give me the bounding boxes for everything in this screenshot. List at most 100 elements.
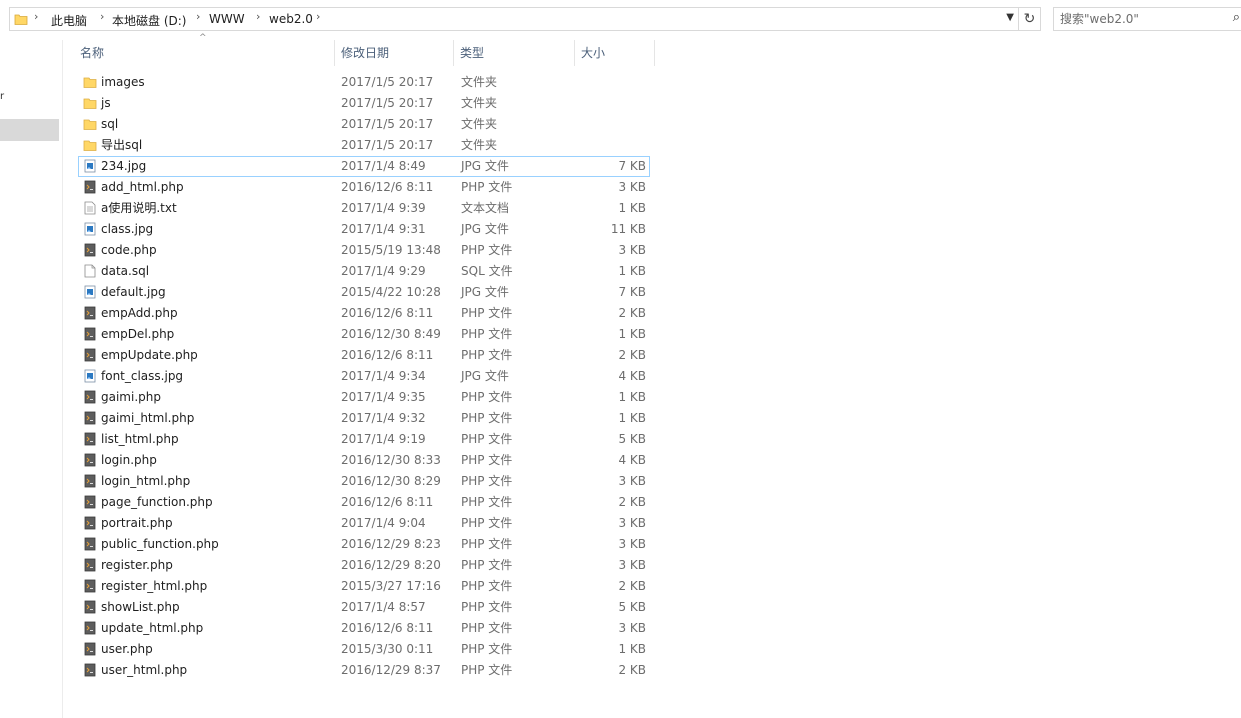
file-type: PHP 文件	[461, 579, 513, 593]
file-row[interactable]: default.jpg 2015/4/22 10:28 JPG 文件 7 KB	[78, 282, 650, 303]
file-type: PHP 文件	[461, 306, 513, 320]
search-icon[interactable]: ⌕	[1233, 10, 1240, 25]
file-name[interactable]: a使用说明.txt	[101, 198, 177, 219]
file-size: 2 KB	[618, 495, 646, 509]
file-row[interactable]: font_class.jpg 2017/1/4 9:34 JPG 文件 4 KB	[78, 366, 650, 387]
chevron-down-icon[interactable]: ▼	[1006, 12, 1014, 23]
folder-icon	[83, 98, 97, 109]
file-name[interactable]: empAdd.php	[101, 303, 178, 324]
folder-row[interactable]: sql 2017/1/5 20:17 文件夹	[78, 114, 650, 135]
php-file-icon	[84, 663, 96, 677]
file-row[interactable]: 234.jpg 2017/1/4 8:49 JPG 文件 7 KB	[78, 156, 650, 177]
file-row[interactable]: empDel.php 2016/12/30 8:49 PHP 文件 1 KB	[78, 324, 650, 345]
breadcrumb-item-this-pc[interactable]: 此电脑	[51, 12, 87, 29]
file-row[interactable]: list_html.php 2017/1/4 9:19 PHP 文件 5 KB	[78, 429, 650, 450]
file-name[interactable]: login.php	[101, 450, 157, 471]
column-header-name[interactable]: 名称	[74, 40, 334, 66]
file-row[interactable]: gaimi_html.php 2017/1/4 9:32 PHP 文件 1 KB	[78, 408, 650, 429]
file-name[interactable]: page_function.php	[101, 492, 213, 513]
column-header-size[interactable]: 大小	[575, 40, 654, 66]
file-name[interactable]: add_html.php	[101, 177, 184, 198]
file-row[interactable]: update_html.php 2016/12/6 8:11 PHP 文件 3 KB	[78, 618, 650, 639]
file-row[interactable]: page_function.php 2016/12/6 8:11 PHP 文件 2 K…	[78, 492, 650, 513]
file-name[interactable]: 234.jpg	[101, 156, 146, 177]
address-bar[interactable]: › 此电脑 › 本地磁盘 (D:) › WWW › web2.0 › ▼	[9, 7, 1019, 31]
file-name[interactable]: images	[101, 72, 145, 93]
column-divider[interactable]	[654, 40, 655, 66]
php-file-icon	[84, 432, 96, 446]
file-row[interactable]: user_html.php 2016/12/29 8:37 PHP 文件 2 KB	[78, 660, 650, 681]
search-box[interactable]: ⌕	[1053, 7, 1241, 31]
image-file-icon	[84, 285, 96, 299]
file-row[interactable]: data.sql 2017/1/4 9:29 SQL 文件 1 KB	[78, 261, 650, 282]
file-name[interactable]: class.jpg	[101, 219, 153, 240]
file-size: 11 KB	[610, 222, 646, 236]
file-modified-date: 2017/1/4 9:29	[341, 264, 426, 278]
column-header-type[interactable]: 类型	[454, 40, 574, 66]
file-row[interactable]: login.php 2016/12/30 8:33 PHP 文件 4 KB	[78, 450, 650, 471]
breadcrumb-item-web2[interactable]: web2.0	[269, 12, 313, 26]
file-modified-date: 2016/12/6 8:11	[341, 306, 434, 320]
breadcrumb-item-drive[interactable]: 本地磁盘 (D:)	[112, 12, 186, 29]
file-row[interactable]: gaimi.php 2017/1/4 9:35 PHP 文件 1 KB	[78, 387, 650, 408]
file-name[interactable]: empDel.php	[101, 324, 174, 345]
file-size: 1 KB	[618, 327, 646, 341]
file-name[interactable]: code.php	[101, 240, 157, 261]
file-row[interactable]: class.jpg 2017/1/4 9:31 JPG 文件 11 KB	[78, 219, 650, 240]
file-row[interactable]: register.php 2016/12/29 8:20 PHP 文件 3 KB	[78, 555, 650, 576]
file-row[interactable]: showList.php 2017/1/4 8:57 PHP 文件 5 KB	[78, 597, 650, 618]
file-name[interactable]: register.php	[101, 555, 173, 576]
file-name[interactable]: portrait.php	[101, 513, 173, 534]
file-row[interactable]: add_html.php 2016/12/6 8:11 PHP 文件 3 KB	[78, 177, 650, 198]
file-name[interactable]: gaimi_html.php	[101, 408, 194, 429]
chevron-right-icon[interactable]: ›	[196, 10, 200, 23]
folder-row[interactable]: 导出sql 2017/1/5 20:17 文件夹	[78, 135, 650, 156]
chevron-right-icon[interactable]: ›	[316, 10, 320, 23]
file-name[interactable]: user_html.php	[101, 660, 187, 681]
file-size: 5 KB	[618, 432, 646, 446]
file-name[interactable]: default.jpg	[101, 282, 166, 303]
file-name[interactable]: empUpdate.php	[101, 345, 198, 366]
chevron-right-icon[interactable]: ›	[256, 10, 260, 23]
file-name[interactable]: user.php	[101, 639, 153, 660]
file-name[interactable]: register_html.php	[101, 576, 207, 597]
file-row[interactable]: login_html.php 2016/12/30 8:29 PHP 文件 3 KB	[78, 471, 650, 492]
file-modified-date: 2017/1/4 9:35	[341, 390, 426, 404]
folder-row[interactable]: images 2017/1/5 20:17 文件夹	[78, 72, 650, 93]
file-row[interactable]: user.php 2015/3/30 0:11 PHP 文件 1 KB	[78, 639, 650, 660]
file-name[interactable]: public_function.php	[101, 534, 219, 555]
file-name[interactable]: js	[101, 93, 111, 114]
file-row[interactable]: code.php 2015/5/19 13:48 PHP 文件 3 KB	[78, 240, 650, 261]
file-size: 2 KB	[618, 306, 646, 320]
file-row[interactable]: empAdd.php 2016/12/6 8:11 PHP 文件 2 KB	[78, 303, 650, 324]
column-header-date[interactable]: 修改日期	[335, 40, 453, 66]
file-name[interactable]: login_html.php	[101, 471, 190, 492]
file-name[interactable]: font_class.jpg	[101, 366, 183, 387]
file-row[interactable]: empUpdate.php 2016/12/6 8:11 PHP 文件 2 KB	[78, 345, 650, 366]
file-name[interactable]: gaimi.php	[101, 387, 161, 408]
file-row[interactable]: register_html.php 2015/3/27 17:16 PHP 文件 2 …	[78, 576, 650, 597]
navigation-pane[interactable]: r	[0, 40, 63, 718]
file-row[interactable]: portrait.php 2017/1/4 9:04 PHP 文件 3 KB	[78, 513, 650, 534]
file-size: 1 KB	[618, 411, 646, 425]
file-name[interactable]: list_html.php	[101, 429, 179, 450]
nav-item-selected[interactable]	[0, 119, 59, 141]
chevron-right-icon[interactable]: ›	[100, 10, 104, 23]
file-type: PHP 文件	[461, 411, 513, 425]
refresh-button[interactable]: ↻	[1019, 7, 1041, 31]
file-name[interactable]: showList.php	[101, 597, 180, 618]
file-row[interactable]: a使用说明.txt 2017/1/4 9:39 文本文档 1 KB	[78, 198, 650, 219]
file-name[interactable]: update_html.php	[101, 618, 203, 639]
breadcrumb-item-www[interactable]: WWW	[209, 12, 245, 26]
file-type: PHP 文件	[461, 180, 513, 194]
file-type: PHP 文件	[461, 474, 513, 488]
file-size: 3 KB	[618, 180, 646, 194]
folder-row[interactable]: js 2017/1/5 20:17 文件夹	[78, 93, 650, 114]
file-name[interactable]: data.sql	[101, 261, 149, 282]
chevron-right-icon[interactable]: ›	[34, 10, 38, 23]
file-name[interactable]: sql	[101, 114, 118, 135]
file-row[interactable]: public_function.php 2016/12/29 8:23 PHP 文件…	[78, 534, 650, 555]
file-name[interactable]: 导出sql	[101, 135, 142, 156]
search-input[interactable]	[1060, 9, 1220, 29]
image-file-icon	[84, 369, 96, 383]
